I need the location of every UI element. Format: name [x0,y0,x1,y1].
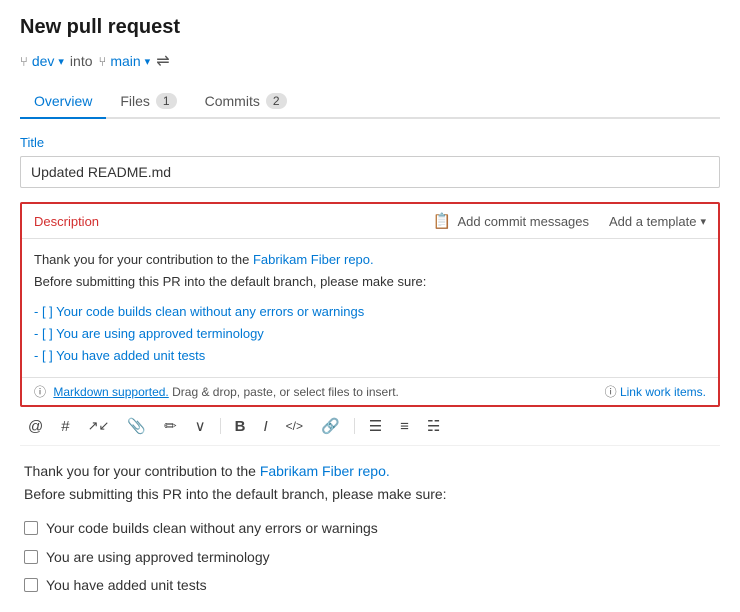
link-work-items-icon: ⓘ [605,385,617,399]
editor-toolbar: @ # ↗↙ 📎 ✏ ∨ B I </> 🔗 ☰ ≡ ☵ [20,407,720,446]
add-commit-messages-label: Add commit messages [458,214,590,229]
link-work-items-area: ⓘ Link work items. [605,383,706,400]
tab-files[interactable]: Files 1 [106,85,190,119]
tab-commits[interactable]: Commits 2 [191,85,301,119]
title-input[interactable] [20,156,720,188]
description-actions: 📋 Add commit messages Add a template ▾ [433,212,706,230]
preview-check-row-2: You are using approved terminology [24,546,716,568]
preview-check-label-2: You are using approved terminology [46,546,270,568]
from-branch-selector[interactable]: ⑂ dev ▾ [20,53,64,69]
toolbar-hash-button[interactable]: # [57,416,73,437]
toolbar-ol-button[interactable]: ≡ [396,416,413,437]
add-commit-messages-button[interactable]: 📋 Add commit messages [433,212,589,230]
tab-commits-label: Commits [205,93,260,109]
toolbar-bold-button[interactable]: B [231,416,250,437]
tab-files-badge: 1 [156,93,177,109]
toolbar-task-list-button[interactable]: ☵ [423,415,444,437]
description-label: Description [34,214,99,229]
toolbar-separator-2 [354,418,355,434]
preview-checkbox-3[interactable] [24,578,38,592]
desc-check-item-1: - [ ] Your code builds clean without any… [34,301,706,323]
desc-line2: Before submitting this PR into the defau… [34,271,706,293]
link-work-items-link[interactable]: Link work items. [620,385,706,399]
title-field-group: Title [20,135,720,202]
to-branch-chevron: ▾ [145,55,151,68]
desc-checklist: - [ ] Your code builds clean without any… [34,301,706,367]
preview-check-label-3: You have added unit tests [46,574,207,596]
preview-checklist: Your code builds clean without any error… [24,517,716,596]
desc-repo-link: Fabrikam Fiber repo. [253,252,374,267]
toolbar-separator-1 [220,418,221,434]
preview-check-row-3: You have added unit tests [24,574,716,596]
page-title: New pull request [20,16,720,39]
toolbar-pen-button[interactable]: ✏ [160,415,181,437]
desc-line1: Thank you for your contribution to the F… [34,249,706,271]
content-area: Title Description 📋 Add commit messages … [20,119,720,596]
markdown-info: ⓘ Markdown supported. Drag & drop, paste… [34,383,399,400]
swap-branches-icon[interactable]: ⇌ [156,51,169,71]
toolbar-italic-button[interactable]: I [259,416,271,437]
page-container: New pull request ⑂ dev ▾ into ⑂ main ▾ ⇌… [0,0,740,612]
title-label: Title [20,135,720,150]
add-template-button[interactable]: Add a template ▾ [609,214,706,229]
toolbar-ref-button[interactable]: ↗↙ [84,416,114,436]
add-template-chevron-icon: ▾ [700,215,706,228]
markdown-supported-link[interactable]: Markdown supported. [53,385,168,399]
to-branch-icon: ⑂ [99,54,107,69]
tab-files-label: Files [120,93,150,109]
desc-check-item-3: - [ ] You have added unit tests [34,345,706,367]
to-branch-name: main [110,53,140,69]
description-section: Description 📋 Add commit messages Add a … [20,202,720,407]
toolbar-code-button[interactable]: </> [282,417,307,435]
toolbar-mention-button[interactable]: @ [24,416,47,437]
preview-repo-link: Fabrikam Fiber repo. [260,463,390,479]
toolbar-link-button[interactable]: 🔗 [317,415,344,437]
preview-line2: Before submitting this PR into the defau… [24,483,716,505]
desc-text1: Thank you for your contribution to the [34,252,253,267]
tab-overview-label: Overview [34,93,92,109]
toolbar-ul-button[interactable]: ☰ [365,415,386,437]
preview-intro: Thank you for your contribution to the F… [24,460,716,505]
description-header: Description 📋 Add commit messages Add a … [22,204,718,238]
branch-row: ⑂ dev ▾ into ⑂ main ▾ ⇌ [20,51,720,71]
from-branch-chevron: ▾ [58,55,64,68]
commit-messages-icon: 📋 [433,212,452,230]
toolbar-attach-button[interactable]: 📎 [123,415,150,437]
from-branch-icon: ⑂ [20,54,28,69]
info-circle-icon: ⓘ [34,385,46,399]
tabs-bar: Overview Files 1 Commits 2 [20,85,720,119]
tab-overview[interactable]: Overview [20,85,106,119]
desc-check-item-2: - [ ] You are using approved terminology [34,323,706,345]
into-label: into [70,53,93,69]
preview-check-label-1: Your code builds clean without any error… [46,517,378,539]
description-footer: ⓘ Markdown supported. Drag & drop, paste… [22,377,718,405]
tab-commits-badge: 2 [266,93,287,109]
toolbar-pen-dropdown-button[interactable]: ∨ [191,415,210,437]
preview-section: Thank you for your contribution to the F… [20,446,720,596]
drag-drop-label: Drag & drop, paste, or select files to i… [172,385,399,399]
preview-checkbox-2[interactable] [24,550,38,564]
preview-line1: Thank you for your contribution to the F… [24,460,716,482]
to-branch-selector[interactable]: ⑂ main ▾ [99,53,151,69]
preview-check-row-1: Your code builds clean without any error… [24,517,716,539]
from-branch-name: dev [32,53,55,69]
add-template-label: Add a template [609,214,696,229]
description-textarea-area[interactable]: Thank you for your contribution to the F… [22,238,718,377]
preview-checkbox-1[interactable] [24,521,38,535]
